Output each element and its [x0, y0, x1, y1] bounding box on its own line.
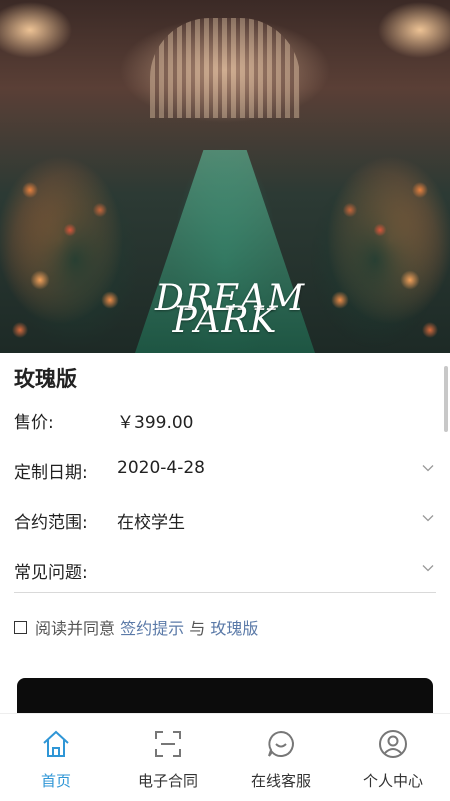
tab-home[interactable]: 首页 [0, 714, 112, 801]
scope-row[interactable]: 合约范围: 在校学生 [14, 508, 436, 538]
logo-line2: PARK [172, 300, 278, 341]
banner-flowers-left [0, 150, 150, 353]
submit-button[interactable] [17, 678, 433, 713]
banner-organ-decoration [150, 18, 300, 118]
price-value: ￥399.00 [117, 413, 194, 433]
user-icon [379, 730, 407, 758]
chevron-down-icon[interactable] [422, 462, 434, 474]
home-icon [43, 730, 69, 757]
divider [14, 592, 436, 593]
banner-image: DREAM PARK [0, 0, 450, 353]
tab-e-contract[interactable]: 电子合同 [112, 714, 224, 801]
scrollbar[interactable] [444, 366, 448, 432]
chat-icon [268, 730, 294, 757]
product-terms-link[interactable]: 玫瑰版 [210, 619, 258, 638]
faq-label: 常见问题: [14, 563, 88, 583]
bottom-tab-bar: 首页 电子合同 在线客服 个人中心 [0, 713, 450, 801]
scope-value: 在校学生 [117, 513, 185, 533]
date-value: 2020-4-28 [117, 458, 205, 478]
date-label: 定制日期: [14, 463, 88, 483]
faq-row[interactable]: 常见问题: [14, 558, 436, 588]
chevron-down-icon[interactable] [422, 562, 434, 574]
tab-e-contract-label: 电子合同 [137, 772, 198, 790]
tab-profile-label: 个人中心 [362, 772, 423, 790]
tab-home-label: 首页 [40, 772, 71, 790]
product-title: 玫瑰版 [14, 367, 77, 391]
agree-checkbox[interactable] [14, 621, 27, 634]
banner-flowers-right [300, 150, 450, 353]
tab-online-service[interactable]: 在线客服 [225, 714, 337, 801]
tab-online-service-label: 在线客服 [250, 772, 311, 790]
scan-icon [155, 731, 181, 757]
date-row[interactable]: 定制日期: 2020-4-28 [14, 458, 436, 488]
tab-profile[interactable]: 个人中心 [337, 714, 449, 801]
agreement-connector: 与 [189, 619, 206, 638]
price-label: 售价: [14, 413, 54, 433]
price-row: 售价: ￥399.00 [14, 408, 436, 438]
dream-park-logo: DREAM PARK [155, 281, 304, 341]
chevron-down-icon[interactable] [422, 512, 434, 524]
product-detail: 玫瑰版 售价: ￥399.00 定制日期: 2020-4-28 合约范围: 在校… [0, 353, 450, 713]
agreement-prefix: 阅读并同意 [35, 619, 116, 638]
agreement-line: 阅读并同意 签约提示 与 玫瑰版 [14, 615, 258, 639]
scope-label: 合约范围: [14, 513, 88, 533]
signing-tips-link[interactable]: 签约提示 [120, 619, 184, 638]
